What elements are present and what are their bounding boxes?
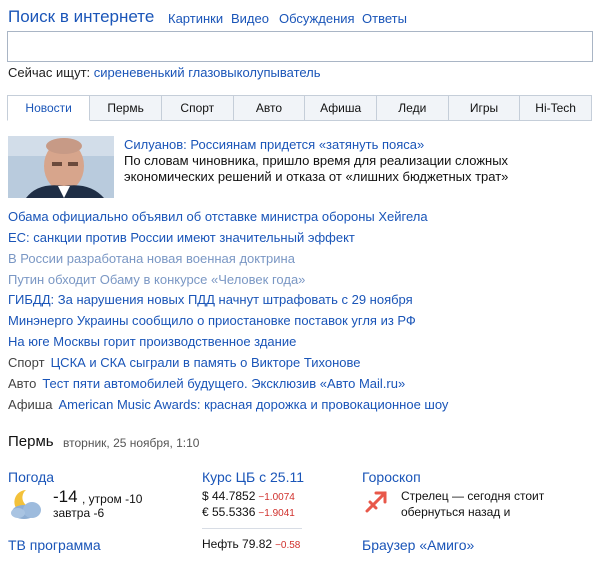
news-tab-afisha[interactable]: Афиша — [305, 95, 377, 121]
news-item-8: Авто Тест пяти автомобилей будущего. Экск… — [8, 376, 405, 391]
city-name[interactable]: Пермь — [8, 433, 54, 450]
top-story-headline[interactable]: Силуанов: Россиянам придется «затянуть п… — [124, 137, 424, 152]
news-item-2[interactable]: В России разработана новая военная доктр… — [8, 251, 295, 266]
temperature-tomorrow: завтра -6 — [53, 506, 105, 520]
news-tab-perm[interactable]: Пермь — [90, 95, 162, 121]
rate-usd-value: $ 44.7852 — [202, 489, 256, 503]
news-tab-news[interactable]: Новости — [7, 95, 91, 121]
weather-title-link[interactable]: Погода — [8, 469, 54, 485]
news-item-9: Афиша American Music Awards: красная доро… — [8, 397, 448, 412]
now-searching-label: Сейчас ищут: — [8, 65, 91, 80]
search-input[interactable] — [7, 31, 593, 62]
news-item-4[interactable]: ГИБДД: За нарушения новых ПДД начнут штр… — [8, 292, 413, 307]
news-category-label: Авто — [8, 376, 37, 391]
news-item-5[interactable]: Минэнерго Украины сообщило о приостановк… — [8, 313, 416, 328]
rate-eur: € 55.5336 −1.9041 — [202, 505, 295, 519]
temperature-now: -14 — [53, 487, 78, 506]
news-item-1[interactable]: ЕС: санкции против России имеют значител… — [8, 230, 355, 245]
news-tabs: Новости Пермь Спорт Авто Афиша Леди Игры… — [7, 95, 592, 121]
news-category-label: Спорт — [8, 355, 45, 370]
horoscope-text[interactable]: Стрелец — сегодня стоит обернуться назад… — [401, 488, 561, 520]
tab-answers[interactable]: Ответы — [362, 11, 407, 26]
top-story-summary: По словам чиновника, пришло время для ре… — [124, 153, 509, 184]
tab-video[interactable]: Видео — [231, 11, 269, 26]
news-item-link[interactable]: American Music Awards: красная дорожка и… — [58, 397, 448, 412]
news-item-7: Спорт ЦСКА и СКА сыграли в память о Викто… — [8, 355, 360, 370]
rate-eur-value: € 55.5336 — [202, 505, 256, 519]
now-searching: Сейчас ищут: сиреневенький глазовыколупы… — [8, 65, 321, 80]
search-title[interactable]: Поиск в интернете — [8, 7, 154, 27]
rate-oil-value: Нефть 79.82 — [202, 537, 273, 551]
news-item-3[interactable]: Путин обходит Обаму в конкурсе «Человек … — [8, 272, 305, 287]
rate-oil: Нефть 79.82 −0.58 — [202, 537, 300, 551]
temperature-morning: , утром -10 — [82, 492, 143, 506]
news-tab-auto[interactable]: Авто — [233, 95, 306, 121]
now-searching-query-link[interactable]: сиреневенький глазовыколупыватель — [94, 65, 321, 80]
top-story-photo[interactable] — [8, 136, 114, 198]
horoscope-title-link[interactable]: Гороскоп — [362, 469, 421, 485]
moon-cloud-icon — [8, 487, 44, 521]
news-tab-ladies[interactable]: Леди — [376, 95, 449, 121]
sagittarius-icon — [364, 490, 388, 514]
news-item-link[interactable]: Тест пяти автомобилей будущего. Эксклюзи… — [42, 376, 405, 391]
news-item-link[interactable]: ЦСКА и СКА сыграли в память о Викторе Ти… — [51, 355, 361, 370]
news-tab-sport[interactable]: Спорт — [161, 95, 234, 121]
rate-oil-change: −0.58 — [275, 540, 301, 551]
news-tab-games[interactable]: Игры — [448, 95, 521, 121]
tab-images[interactable]: Картинки — [168, 11, 223, 26]
news-category-label: Афиша — [8, 397, 53, 412]
news-tab-hitech[interactable]: Hi-Tech — [520, 95, 592, 121]
person-photo-icon — [8, 136, 114, 198]
tab-discussions[interactable]: Обсуждения — [279, 11, 355, 26]
amigo-browser-link[interactable]: Браузер «Амиго» — [362, 537, 474, 553]
news-item-6[interactable]: На юге Москвы горит производственное зда… — [8, 334, 296, 349]
city-date: вторник, 25 ноября, 1:10 — [63, 436, 200, 450]
rates-title-link[interactable]: Курс ЦБ с 25.11 — [202, 469, 304, 485]
tv-program-link[interactable]: ТВ программа — [8, 537, 101, 553]
rate-usd-change: −1.0074 — [258, 492, 295, 503]
rates-divider — [202, 528, 302, 529]
news-item-0[interactable]: Обама официально объявил об отставке мин… — [8, 209, 428, 224]
rate-usd: $ 44.7852 −1.0074 — [202, 489, 295, 503]
rate-eur-change: −1.9041 — [258, 508, 295, 519]
